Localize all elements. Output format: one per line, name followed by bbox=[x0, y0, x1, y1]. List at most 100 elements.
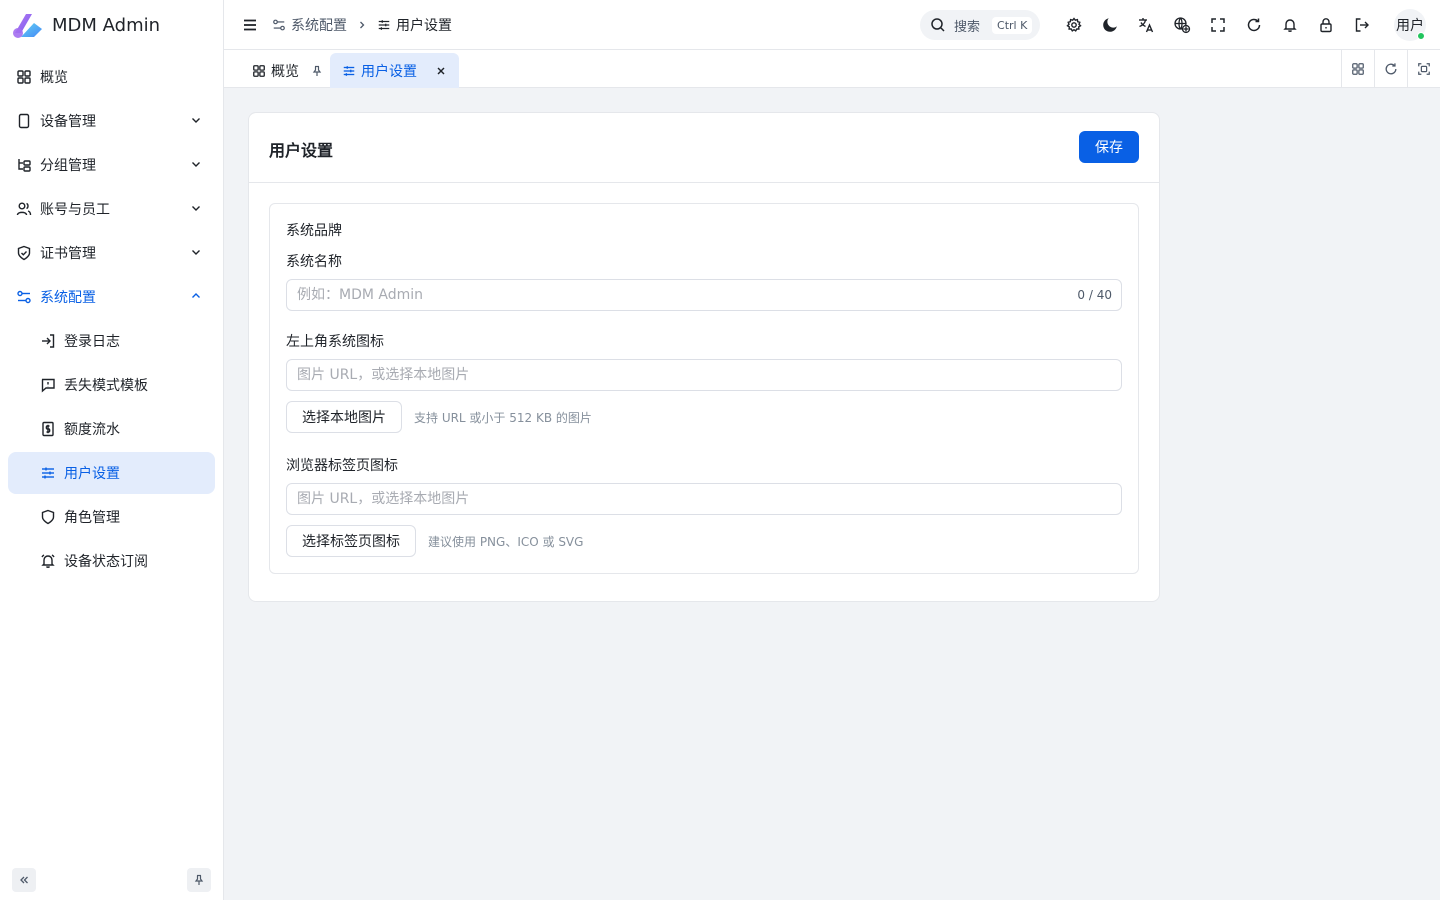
users-icon bbox=[16, 201, 32, 217]
tab-overview[interactable]: 概览 bbox=[240, 53, 335, 88]
translate-icon[interactable] bbox=[1128, 13, 1164, 37]
system-name-input[interactable] bbox=[286, 279, 1122, 311]
sidebar-item-label: 概览 bbox=[40, 70, 68, 86]
sidebar-item-label: 设备管理 bbox=[40, 114, 96, 130]
sidebar-item-overview[interactable]: 概览 bbox=[8, 56, 215, 98]
sliders-icon bbox=[342, 64, 356, 78]
login-icon bbox=[40, 333, 56, 349]
pin-icon[interactable] bbox=[311, 65, 323, 77]
sidebar-item-label: 角色管理 bbox=[64, 510, 120, 526]
tab-grid-icon[interactable] bbox=[1341, 50, 1374, 88]
device-icon bbox=[16, 113, 32, 129]
favicon-hint: 建议使用 PNG、ICO 或 SVG bbox=[428, 535, 584, 549]
search-icon bbox=[931, 18, 945, 32]
brand[interactable]: MDM Admin bbox=[0, 0, 223, 50]
sliders-icon bbox=[40, 465, 56, 481]
top-header: 系统配置 用户设置 搜索 Ctrl K 用户 bbox=[224, 0, 1440, 50]
breadcrumb-item-user-settings[interactable]: 用户设置 bbox=[377, 15, 452, 35]
sidebar-item-label: 系统配置 bbox=[40, 290, 96, 306]
pin-icon bbox=[194, 874, 204, 885]
chevron-up-icon bbox=[189, 289, 203, 303]
alert-message-icon bbox=[40, 377, 56, 393]
system-config-submenu: 登录日志 丢失模式模板 额度流水 用户设置 角色管理 设备状态订阅 bbox=[8, 320, 215, 582]
sidebar-item-label: 设备状态订阅 bbox=[64, 554, 148, 570]
logo-url-input[interactable] bbox=[286, 359, 1122, 391]
system-name-counter: 0 / 40 bbox=[1077, 288, 1112, 302]
tab-user-settings[interactable]: 用户设置 bbox=[330, 53, 459, 88]
sidebar-item-label: 账号与员工 bbox=[40, 202, 110, 218]
sidebar-item-label: 额度流水 bbox=[64, 422, 120, 438]
tree-icon bbox=[16, 157, 32, 173]
sidebar-item-login-logs[interactable]: 登录日志 bbox=[8, 320, 215, 362]
pin-sidebar-button[interactable] bbox=[187, 868, 211, 892]
sidebar-item-quota-ledger[interactable]: 额度流水 bbox=[8, 408, 215, 450]
system-name-label: 系统名称 bbox=[286, 254, 342, 270]
sidebar-footer bbox=[12, 868, 211, 892]
chevrons-left-icon bbox=[20, 876, 28, 884]
menu-toggle-icon[interactable] bbox=[242, 17, 258, 33]
logo-hint: 支持 URL 或小于 512 KB 的图片 bbox=[414, 411, 592, 425]
tab-tools bbox=[1341, 50, 1440, 88]
choose-favicon-button[interactable]: 选择标签页图标 bbox=[286, 525, 416, 557]
save-button[interactable]: 保存 bbox=[1079, 131, 1139, 163]
brand-title: MDM Admin bbox=[52, 14, 161, 36]
logout-icon[interactable] bbox=[1344, 13, 1380, 37]
lock-icon[interactable] bbox=[1308, 13, 1344, 37]
sidebar: MDM Admin 概览 设备管理 分组管理 账号与员工 证书管理 系统配置 登… bbox=[0, 0, 224, 900]
sidebar-item-label: 登录日志 bbox=[64, 334, 120, 350]
chevron-down-icon bbox=[189, 113, 203, 127]
collapse-sidebar-button[interactable] bbox=[12, 868, 36, 892]
chevron-down-icon bbox=[189, 157, 203, 171]
sidebar-item-lost-mode-templates[interactable]: 丢失模式模板 bbox=[8, 364, 215, 406]
header-actions bbox=[1056, 13, 1380, 37]
receipt-icon bbox=[40, 421, 56, 437]
globe-icon[interactable] bbox=[1164, 13, 1200, 37]
chevron-right-icon bbox=[357, 20, 367, 30]
sidebar-item-label: 用户设置 bbox=[64, 466, 120, 482]
page-title: 用户设置 bbox=[269, 141, 334, 160]
favicon-label: 浏览器标签页图标 bbox=[286, 458, 398, 474]
settings-icon[interactable] bbox=[1056, 13, 1092, 37]
choose-local-image-button[interactable]: 选择本地图片 bbox=[286, 401, 402, 433]
tab-label: 概览 bbox=[271, 63, 299, 80]
sliders-icon bbox=[377, 18, 391, 32]
tab-label: 用户设置 bbox=[361, 63, 417, 80]
search-button[interactable]: 搜索 Ctrl K bbox=[920, 10, 1040, 40]
sidebar-item-roles[interactable]: 角色管理 bbox=[8, 496, 215, 538]
fullscreen-icon[interactable] bbox=[1200, 13, 1236, 37]
shield-check-icon bbox=[16, 245, 32, 261]
tab-refresh-icon[interactable] bbox=[1374, 50, 1407, 88]
settings-sliders-icon bbox=[16, 289, 32, 305]
sidebar-item-label: 丢失模式模板 bbox=[64, 378, 148, 394]
user-settings-card: 用户设置 保存 系统品牌 系统名称 0 / 40 左上角系统图标 选择本地图片 … bbox=[248, 112, 1160, 602]
close-icon[interactable] bbox=[435, 65, 447, 77]
favicon-url-input[interactable] bbox=[286, 483, 1122, 515]
system-brand-section: 系统品牌 系统名称 0 / 40 左上角系统图标 选择本地图片 支持 URL 或… bbox=[269, 203, 1139, 574]
card-header: 用户设置 保存 bbox=[249, 113, 1159, 183]
brand-logo-icon bbox=[12, 11, 44, 39]
chevron-down-icon bbox=[189, 245, 203, 259]
sidebar-item-label: 分组管理 bbox=[40, 158, 96, 174]
sidebar-item-accounts[interactable]: 账号与员工 bbox=[8, 188, 215, 230]
online-status-dot bbox=[1417, 32, 1425, 40]
search-shortcut: Ctrl K bbox=[992, 16, 1033, 34]
dashboard-icon bbox=[252, 64, 266, 78]
breadcrumb-item-system-config[interactable]: 系统配置 bbox=[272, 15, 347, 35]
bell-icon[interactable] bbox=[1272, 13, 1308, 37]
sidebar-item-devices[interactable]: 设备管理 bbox=[8, 100, 215, 142]
breadcrumb-label: 用户设置 bbox=[396, 17, 452, 34]
sidebar-item-user-settings[interactable]: 用户设置 bbox=[8, 452, 215, 494]
sidebar-item-device-status-subscription[interactable]: 设备状态订阅 bbox=[8, 540, 215, 582]
shield-icon bbox=[40, 509, 56, 525]
refresh-icon[interactable] bbox=[1236, 13, 1272, 37]
sidebar-item-certificates[interactable]: 证书管理 bbox=[8, 232, 215, 274]
search-label: 搜索 bbox=[954, 19, 981, 35]
user-avatar[interactable]: 用户 bbox=[1394, 9, 1426, 41]
settings-sliders-icon bbox=[272, 18, 286, 32]
logo-label: 左上角系统图标 bbox=[286, 334, 384, 350]
sidebar-item-system-config[interactable]: 系统配置 bbox=[8, 276, 215, 318]
moon-icon[interactable] bbox=[1092, 13, 1128, 37]
breadcrumb-label: 系统配置 bbox=[291, 17, 347, 34]
tab-maximize-icon[interactable] bbox=[1407, 50, 1440, 88]
sidebar-item-groups[interactable]: 分组管理 bbox=[8, 144, 215, 186]
